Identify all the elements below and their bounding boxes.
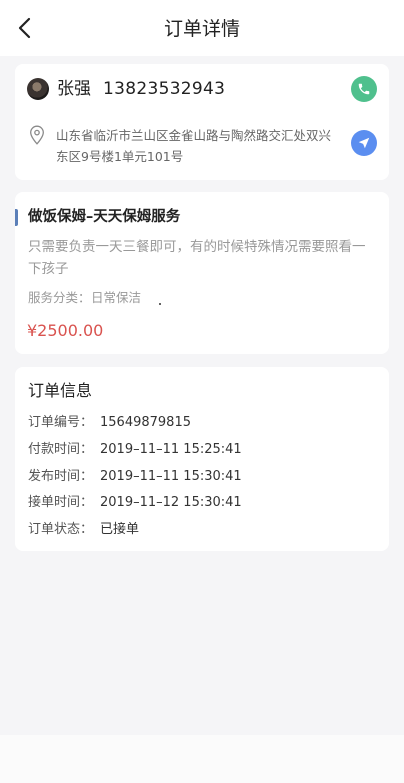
order-number-label: 订单编号： [28, 415, 94, 430]
service-card: 做饭保姆–天天保姆服务 只需要负责一天三餐即可，有的时候特殊情况需要照看一下孩子… [15, 192, 389, 354]
navigation-icon [358, 137, 370, 149]
location-pin-icon [30, 125, 44, 145]
page-title: 订单详情 [163, 18, 240, 40]
service-title: 做饭保姆–天天保姆服务 [28, 209, 181, 225]
avatar [27, 78, 49, 100]
publish-time-value: 2019–11–11 15:30:41 [100, 469, 242, 484]
payment-time-value: 2019–11–11 15:25:41 [100, 442, 242, 457]
top-bar: 订单详情 [0, 0, 404, 56]
accept-time-label: 接单时间： [28, 495, 94, 510]
category-label: 服务分类： [28, 290, 91, 305]
order-info-card: 订单信息 订单编号： 15649879815 付款时间： 2019–11–11 … [15, 367, 389, 551]
order-status-label: 订单状态： [28, 522, 94, 537]
order-status-value: 已接单 [100, 522, 140, 537]
bottom-fade [0, 735, 404, 783]
navigate-button[interactable] [351, 130, 377, 156]
phone-icon [358, 83, 370, 95]
order-detail-page: 订单详情 张强 13823532943 山东省临沂市兰山区金雀山路与陶然路交汇处… [0, 0, 404, 783]
service-address: 山东省临沂市兰山区金雀山路与陶然路交汇处双兴东区9号楼1单元101号 [56, 128, 332, 164]
accent-bar [15, 209, 18, 226]
service-price: ¥2500.00 [27, 321, 104, 340]
customer-phone: 13823532943 [103, 79, 226, 99]
customer-name: 张强 [57, 79, 91, 99]
call-button[interactable] [351, 76, 377, 102]
accept-time-value: 2019–11–12 15:30:41 [100, 495, 242, 510]
order-info-heading: 订单信息 [28, 381, 93, 400]
category-value: 日常保洁 [91, 290, 142, 305]
order-number-value: 15649879815 [100, 415, 191, 430]
service-description: 只需要负责一天三餐即可，有的时候特殊情况需要照看一下孩子 [28, 239, 366, 277]
publish-time-label: 发布时间： [28, 469, 94, 484]
dot-mark [159, 303, 161, 305]
payment-time-label: 付款时间： [28, 442, 94, 457]
customer-card: 张强 13823532943 山东省临沂市兰山区金雀山路与陶然路交汇处双兴东区9… [15, 64, 389, 180]
